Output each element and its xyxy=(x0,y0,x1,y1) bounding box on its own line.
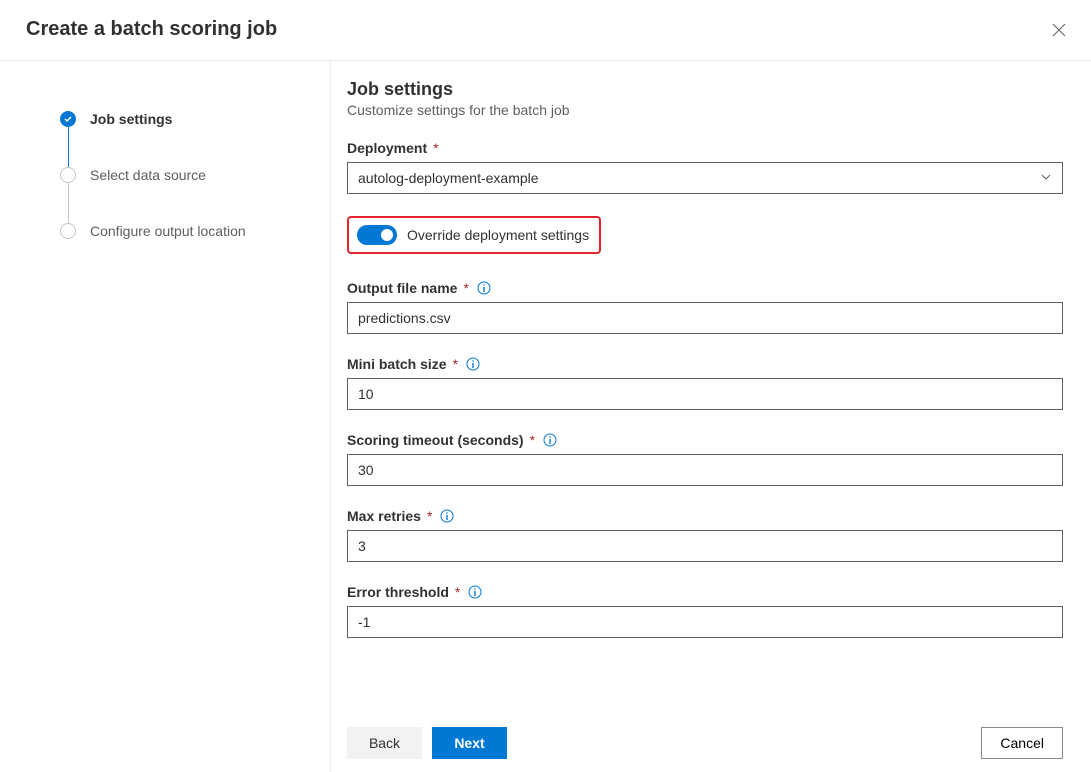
required-asterisk: * xyxy=(433,140,438,156)
required-asterisk: * xyxy=(530,432,535,448)
footer-left: Back Next xyxy=(347,727,507,759)
mini-batch-input[interactable] xyxy=(347,378,1063,410)
field-mini-batch-size: Mini batch size * xyxy=(347,356,1063,410)
field-label: Scoring timeout (seconds) * xyxy=(347,432,1063,448)
field-label: Error threshold * xyxy=(347,584,1063,600)
step-job-settings[interactable]: Job settings xyxy=(60,111,310,127)
step-label: Configure output location xyxy=(90,223,246,239)
dialog-header: Create a batch scoring job xyxy=(0,0,1091,60)
step-select-data-source[interactable]: Select data source xyxy=(60,167,310,183)
info-icon[interactable] xyxy=(466,357,480,371)
required-asterisk: * xyxy=(455,584,460,600)
max-retries-input[interactable] xyxy=(347,530,1063,562)
required-asterisk: * xyxy=(427,508,432,524)
info-icon[interactable] xyxy=(543,433,557,447)
close-button[interactable] xyxy=(1043,14,1075,46)
toggle-label: Override deployment settings xyxy=(407,227,589,243)
step-configure-output-location[interactable]: Configure output location xyxy=(60,223,310,239)
output-file-input[interactable] xyxy=(347,302,1063,334)
step-pending-icon xyxy=(60,167,76,183)
field-deployment: Deployment * autolog-deployment-example xyxy=(347,140,1063,194)
label-text: Deployment xyxy=(347,140,427,156)
info-icon[interactable] xyxy=(477,281,491,295)
label-text: Mini batch size xyxy=(347,356,447,372)
dialog-footer: Back Next Cancel xyxy=(331,713,1091,772)
next-button[interactable]: Next xyxy=(432,727,507,759)
dialog-body: Job settings Select data source Configur… xyxy=(0,61,1091,772)
field-scoring-timeout: Scoring timeout (seconds) * xyxy=(347,432,1063,486)
back-button[interactable]: Back xyxy=(347,727,422,759)
close-icon xyxy=(1052,23,1066,37)
dialog-title: Create a batch scoring job xyxy=(26,18,1065,41)
label-text: Scoring timeout (seconds) xyxy=(347,432,524,448)
label-text: Max retries xyxy=(347,508,421,524)
override-toggle[interactable] xyxy=(357,225,397,245)
step-pending-icon xyxy=(60,223,76,239)
content-scroll[interactable]: Job settings Customize settings for the … xyxy=(331,61,1091,713)
deployment-select[interactable]: autolog-deployment-example xyxy=(347,162,1063,194)
info-icon[interactable] xyxy=(468,585,482,599)
field-max-retries: Max retries * xyxy=(347,508,1063,562)
field-output-file-name: Output file name * xyxy=(347,280,1063,334)
step-connector xyxy=(68,183,69,223)
toggle-knob xyxy=(381,229,393,241)
scoring-timeout-input[interactable] xyxy=(347,454,1063,486)
label-text: Output file name xyxy=(347,280,457,296)
required-asterisk: * xyxy=(463,280,468,296)
section-subtitle: Customize settings for the batch job xyxy=(347,102,1063,118)
select-value: autolog-deployment-example xyxy=(358,170,539,186)
field-label: Max retries * xyxy=(347,508,1063,524)
section-title: Job settings xyxy=(347,79,1063,100)
field-label: Deployment * xyxy=(347,140,1063,156)
chevron-down-icon xyxy=(1040,170,1052,186)
field-label: Output file name * xyxy=(347,280,1063,296)
step-label: Select data source xyxy=(90,167,206,183)
cancel-button[interactable]: Cancel xyxy=(981,727,1063,759)
wizard-sidebar: Job settings Select data source Configur… xyxy=(0,61,330,772)
override-toggle-row: Override deployment settings xyxy=(347,216,601,254)
field-error-threshold: Error threshold * xyxy=(347,584,1063,638)
info-icon[interactable] xyxy=(440,509,454,523)
step-label: Job settings xyxy=(90,111,172,127)
step-complete-icon xyxy=(60,111,76,127)
step-connector xyxy=(68,127,69,167)
field-label: Mini batch size * xyxy=(347,356,1063,372)
label-text: Error threshold xyxy=(347,584,449,600)
content-wrap: Job settings Customize settings for the … xyxy=(330,61,1091,772)
required-asterisk: * xyxy=(453,356,458,372)
error-threshold-input[interactable] xyxy=(347,606,1063,638)
